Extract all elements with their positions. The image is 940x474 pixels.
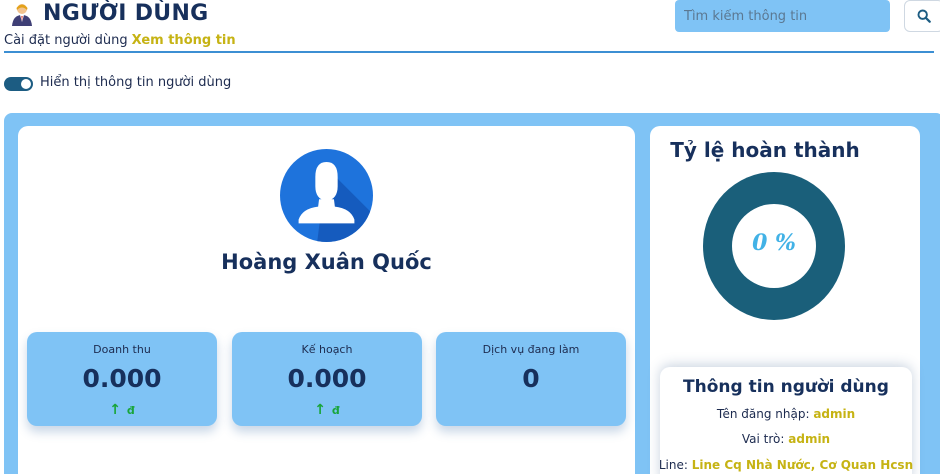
search-input[interactable] xyxy=(675,0,890,32)
user-full-name: Hoàng Xuân Quốc xyxy=(221,250,432,274)
stat-label: Kế hoạch xyxy=(301,343,353,356)
toggle-knob xyxy=(21,79,31,89)
user-info-card: Thông tin người dùng Tên đăng nhập: admi… xyxy=(659,367,913,474)
stat-value: 0 xyxy=(522,364,540,393)
page-title: NGƯỜI DÙNG xyxy=(43,1,209,26)
completion-title: Tỷ lệ hoàn thành xyxy=(670,138,860,162)
username-row: Tên đăng nhập: admin xyxy=(654,407,918,421)
breadcrumb-link[interactable]: Xem thông tin xyxy=(132,33,236,48)
breadcrumb-text: Cài đặt người dùng xyxy=(4,33,128,48)
line-row: Line: Line Cq Nhà Nước, Cơ Quan Hcsn xyxy=(654,458,918,472)
role-label: Vai trò: xyxy=(741,432,785,446)
search-icon xyxy=(917,9,931,23)
username-value: admin xyxy=(813,407,856,421)
user-manager-icon xyxy=(12,4,32,26)
arrow-up-icon: ↑ xyxy=(109,402,121,418)
line-label: Line: xyxy=(658,458,688,472)
breadcrumb: Cài đặt người dùng Xem thông tin xyxy=(4,33,236,48)
role-value: admin xyxy=(788,432,831,446)
stat-value: 0.000 xyxy=(287,364,367,393)
stat-unit: đ xyxy=(126,404,135,417)
stat-trend: ↑ đ xyxy=(232,402,422,418)
completion-percent: 0 % xyxy=(752,230,796,256)
user-info-title: Thông tin người dùng xyxy=(683,377,889,397)
stat-label: Doanh thu xyxy=(93,343,151,356)
stat-unit: đ xyxy=(331,404,340,417)
role-row: Vai trò: admin xyxy=(654,432,918,446)
stat-card-active-services: Dịch vụ đang làm 0 xyxy=(436,332,626,426)
stat-trend: ↑ đ xyxy=(27,402,217,418)
username-label: Tên đăng nhập: xyxy=(716,407,810,421)
toggle-label: Hiển thị thông tin người dùng xyxy=(40,75,232,90)
line-value: Line Cq Nhà Nước, Cơ Quan Hcsn xyxy=(691,458,914,472)
header-divider xyxy=(4,51,934,53)
stat-card-plan: Kế hoạch 0.000 ↑ đ xyxy=(232,332,422,426)
arrow-up-icon: ↑ xyxy=(314,402,326,418)
stat-card-revenue: Doanh thu 0.000 ↑ đ xyxy=(27,332,217,426)
user-avatar-icon xyxy=(280,149,373,242)
search-button[interactable] xyxy=(904,0,940,32)
stat-value: 0.000 xyxy=(82,364,162,393)
show-user-info-toggle[interactable] xyxy=(4,77,33,91)
stat-label: Dịch vụ đang làm xyxy=(482,343,580,356)
